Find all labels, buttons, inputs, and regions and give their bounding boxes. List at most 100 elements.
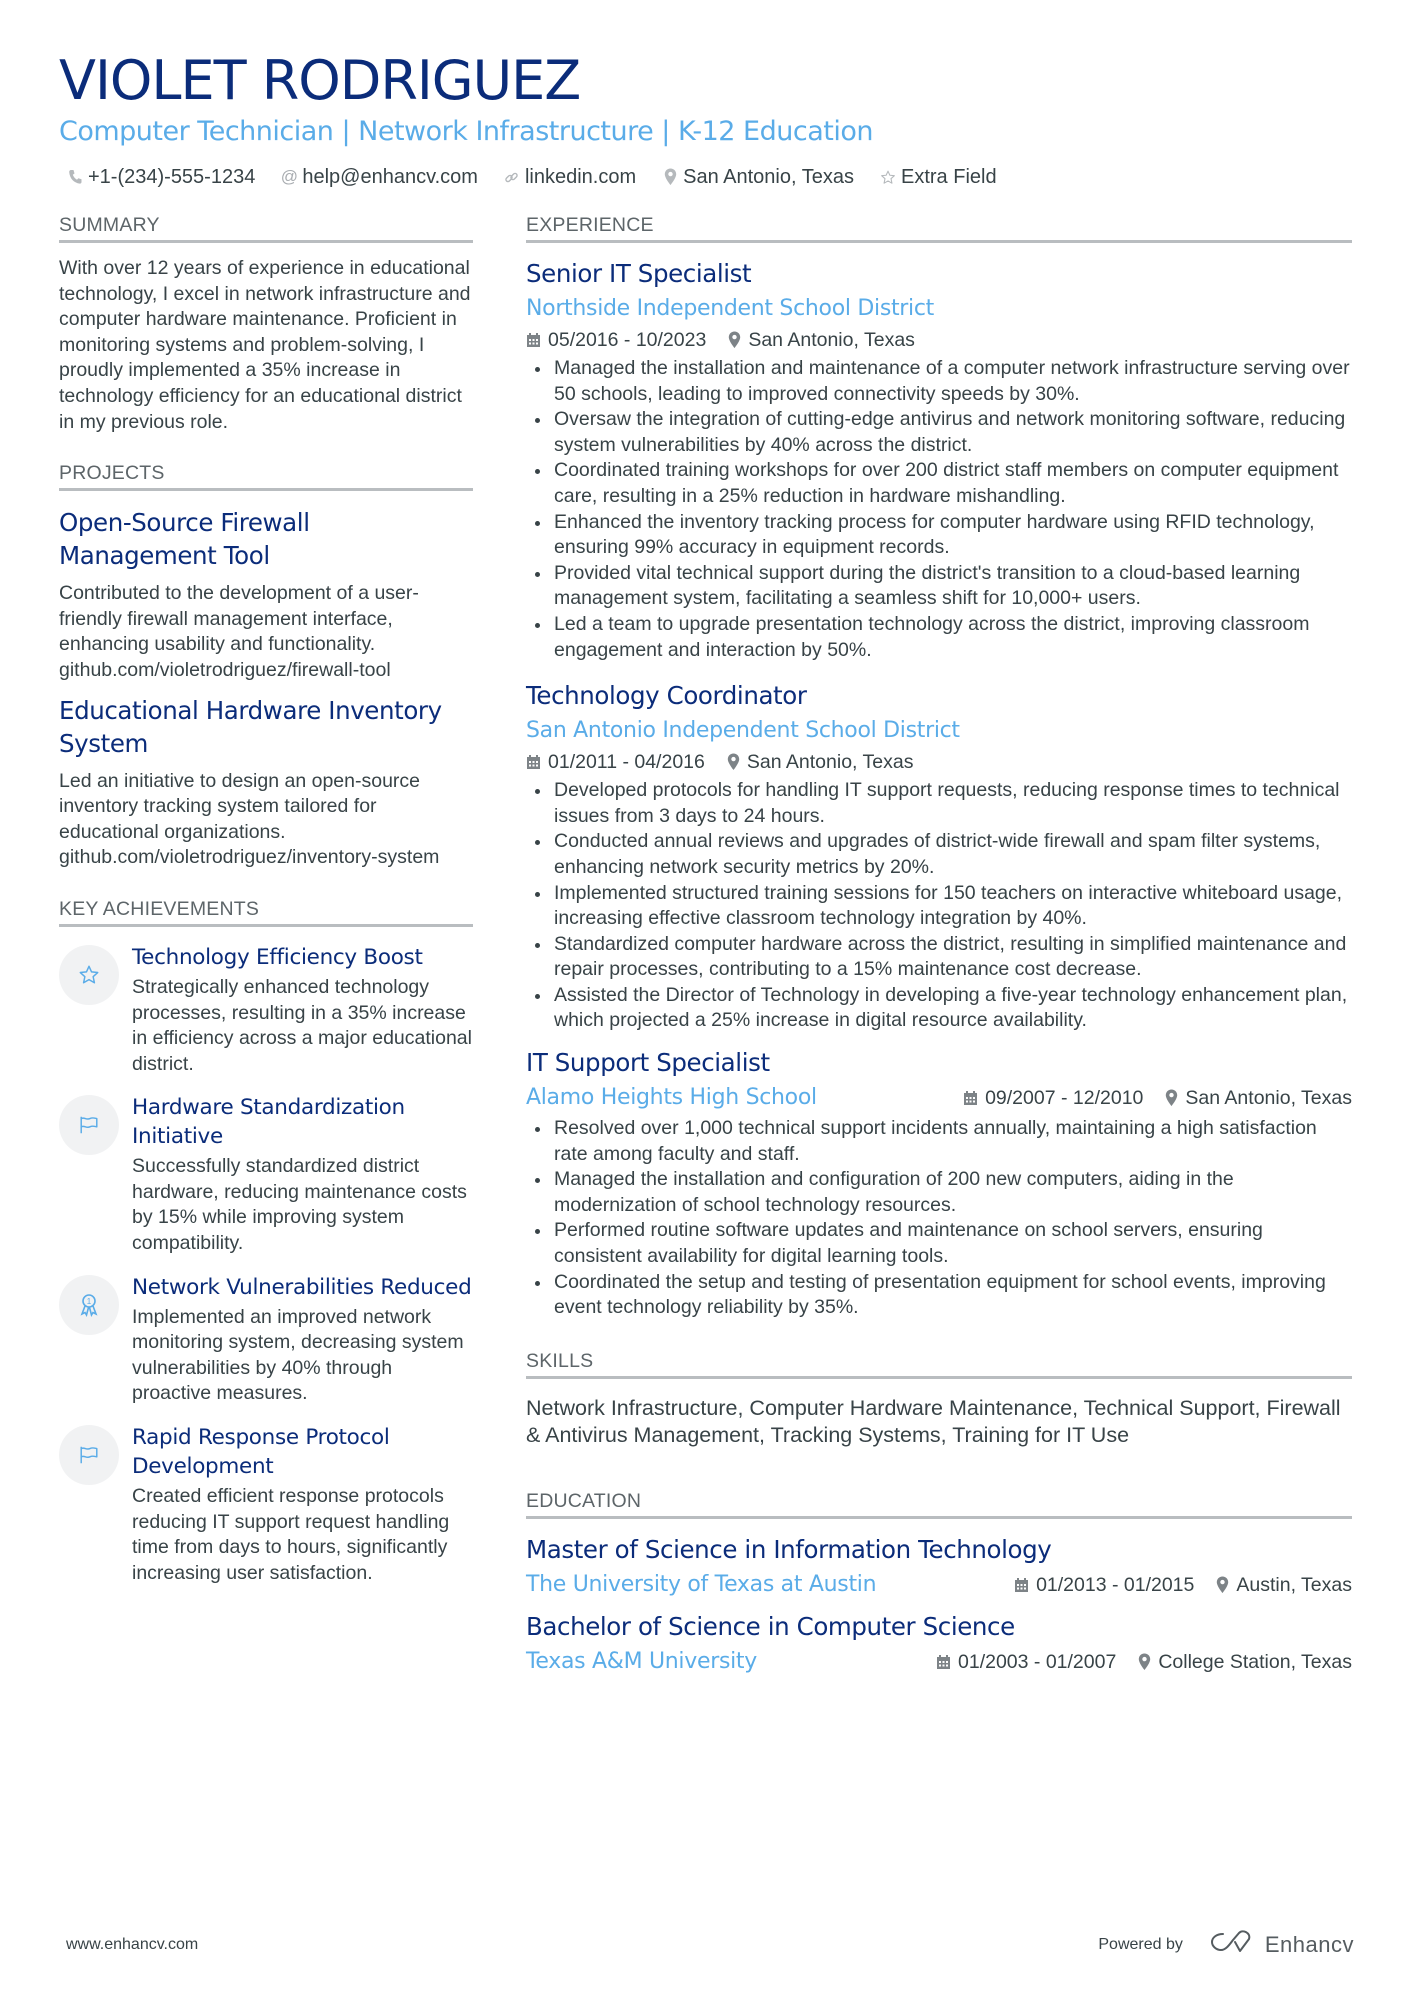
job-dates: 05/2016 - 10/2023	[548, 329, 707, 351]
job-location: San Antonio, Texas	[746, 751, 914, 774]
achievement-description: Implemented an improved network monitori…	[132, 1305, 464, 1405]
job-bullet: Assisted the Director of Technology in d…	[526, 983, 1352, 1034]
resume-page: VIOLET RODRIGUEZ Computer Technician | N…	[0, 0, 1410, 1995]
contact-email-text: help@enhancv.com	[302, 166, 478, 188]
project-title: Educational Hardware Inventory System	[59, 695, 442, 758]
job-entry: Senior IT Specialist Northside Independe…	[526, 257, 1352, 663]
project-title: Open-Source Firewall Management Tool	[59, 508, 310, 571]
contact-extra-text: Extra Field	[900, 166, 997, 188]
job-bullet: Conducted annual reviews and upgrades of…	[526, 829, 1352, 880]
education-meta: 01/2013 - 01/2015 Austin, Texas	[1014, 1572, 1352, 1598]
project-item: Educational Hardware Inventory System Le…	[59, 694, 473, 871]
job-bullet: Standardized computer hardware across th…	[526, 932, 1352, 983]
job-company: San Antonio Independent School District	[526, 718, 960, 744]
achievements-heading: KEY ACHIEVEMENTS	[59, 897, 473, 927]
education-dates: 01/2003 - 01/2007	[958, 1650, 1117, 1673]
link-icon	[504, 170, 520, 185]
achievement-description: Created efficient response protocols red…	[132, 1485, 450, 1584]
project-link[interactable]: github.com/violetrodriguez/inventory-sys…	[59, 845, 473, 871]
flag-icon	[59, 1425, 119, 1486]
experience-heading: EXPERIENCE	[526, 213, 1352, 243]
achievement-description: Strategically enhanced technology proces…	[132, 975, 472, 1075]
enhancv-logo[interactable]: Enhancv	[1209, 1930, 1354, 1960]
job-meta: 01/2011 - 04/2016 San Antonio, Texas	[526, 749, 1352, 775]
location-pin-icon	[727, 753, 740, 771]
job-meta: 05/2016 - 10/2023 San Antonio, Texas	[526, 327, 1352, 353]
job-entry: IT Support Specialist Alamo Heights High…	[526, 1046, 1352, 1321]
project-link[interactable]: github.com/violetrodriguez/firewall-tool	[59, 658, 473, 684]
job-dates: 01/2011 - 04/2016	[548, 751, 705, 774]
enhancv-logo-text: Enhancv	[1264, 1932, 1354, 1957]
contact-bar: +1-(234)-555-1234 @ help@enhancv.com lin…	[67, 164, 1352, 190]
resume-header: VIOLET RODRIGUEZ Computer Technician | N…	[59, 48, 1352, 190]
education-entry: Master of Science in Information Technol…	[526, 1533, 1352, 1600]
summary-section: SUMMARY With over 12 years of experience…	[59, 213, 473, 435]
achievement-title: Network Vulnerabilities Reduced	[132, 1274, 472, 1300]
education-dates: 01/2013 - 01/2015	[1036, 1573, 1195, 1596]
job-title: Senior IT Specialist	[526, 259, 752, 288]
contact-phone-text: +1-(234)-555-1234	[88, 166, 256, 188]
job-company: Northside Independent School District	[526, 296, 934, 321]
job-bullets: Managed the installation and maintenance…	[526, 356, 1352, 663]
education-location: Austin, Texas	[1236, 1573, 1352, 1596]
achievement-item: Rapid Response Protocol Development Crea…	[59, 1423, 473, 1586]
job-title: IT Support Specialist	[526, 1048, 770, 1078]
achievement-description: Successfully standardized district hardw…	[132, 1155, 467, 1255]
education-heading: EDUCATION	[526, 1489, 1352, 1519]
job-bullets: Developed protocols for handling IT supp…	[526, 778, 1352, 1034]
star-icon	[880, 169, 896, 186]
achievement-title: Technology Efficiency Boost	[132, 944, 423, 970]
achievement-item: 1 Network Vulnerabilities Reduced Implem…	[59, 1273, 473, 1407]
experience-section: EXPERIENCE Senior IT Specialist Northsid…	[526, 213, 1352, 1321]
job-location: San Antonio, Texas	[1185, 1087, 1352, 1110]
projects-section: PROJECTS Open-Source Firewall Management…	[59, 461, 473, 871]
footer-website-link[interactable]: www.enhancv.com	[66, 1936, 198, 1954]
job-bullet: Resolved over 1,000 technical support in…	[526, 1116, 1352, 1167]
job-title: Technology Coordinator	[526, 681, 807, 711]
skills-heading: SKILLS	[526, 1349, 1352, 1379]
right-column: EXPERIENCE Senior IT Specialist Northsid…	[526, 213, 1352, 1701]
job-bullet: Implemented structured training sessions…	[526, 881, 1352, 932]
job-bullet: Enhanced the inventory tracking process …	[526, 510, 1352, 561]
location-pin-icon	[728, 331, 741, 349]
star-icon	[59, 944, 119, 1005]
contact-email[interactable]: @ help@enhancv.com	[281, 164, 478, 190]
job-bullet: Coordinated the setup and testing of pre…	[526, 1270, 1352, 1321]
project-description: Contributed to the development of a user…	[59, 582, 419, 656]
phone-icon	[67, 169, 83, 185]
job-bullet: Led a team to upgrade presentation techn…	[526, 612, 1352, 663]
award-ribbon-icon: 1	[59, 1274, 119, 1335]
location-pin-icon	[1216, 1576, 1229, 1594]
contact-location: San Antonio, Texas	[662, 164, 854, 190]
summary-heading: SUMMARY	[59, 213, 473, 243]
job-bullet: Provided vital technical support during …	[526, 561, 1352, 612]
job-dates: 09/2007 - 12/2010	[985, 1087, 1144, 1110]
contact-extra-field: Extra Field	[880, 164, 997, 190]
powered-by: Powered by Enhancv	[1098, 1930, 1354, 1960]
achievement-title: Rapid Response Protocol Development	[132, 1425, 390, 1480]
education-meta: 01/2003 - 01/2007 College Station, Texas	[936, 1649, 1352, 1675]
job-bullet: Managed the installation and maintenance…	[526, 356, 1352, 407]
degree-title: Master of Science in Information Technol…	[526, 1534, 1052, 1564]
contact-linkedin[interactable]: linkedin.com	[504, 164, 636, 190]
job-meta: 09/2007 - 12/2010 San Antonio, Texas	[963, 1085, 1352, 1111]
location-pin-icon	[1138, 1653, 1151, 1671]
summary-text: With over 12 years of experience in educ…	[59, 257, 471, 433]
achievement-title: Hardware Standardization Initiative	[132, 1095, 405, 1150]
skills-section: SKILLS Network Infrastructure, Computer …	[526, 1349, 1352, 1449]
achievement-item: Technology Efficiency Boost Strategicall…	[59, 943, 473, 1077]
achievements-section: KEY ACHIEVEMENTS Technology Efficiency B…	[59, 897, 473, 1587]
location-pin-icon	[662, 168, 678, 186]
candidate-name: VIOLET RODRIGUEZ	[59, 49, 581, 112]
job-bullet: Coordinated training workshops for over …	[526, 458, 1352, 509]
svg-text:1: 1	[87, 1297, 92, 1306]
left-column: SUMMARY With over 12 years of experience…	[59, 213, 473, 1610]
contact-phone[interactable]: +1-(234)-555-1234	[67, 164, 255, 190]
project-description: Led an initiative to design an open-sour…	[59, 769, 420, 843]
powered-by-label: Powered by	[1098, 1936, 1183, 1953]
job-bullet: Performed routine software updates and m…	[526, 1218, 1352, 1269]
at-icon: @	[280, 167, 298, 186]
projects-heading: PROJECTS	[59, 461, 473, 492]
job-entry: Technology Coordinator San Antonio Indep…	[526, 679, 1352, 1034]
job-bullets: Resolved over 1,000 technical support in…	[526, 1116, 1352, 1321]
